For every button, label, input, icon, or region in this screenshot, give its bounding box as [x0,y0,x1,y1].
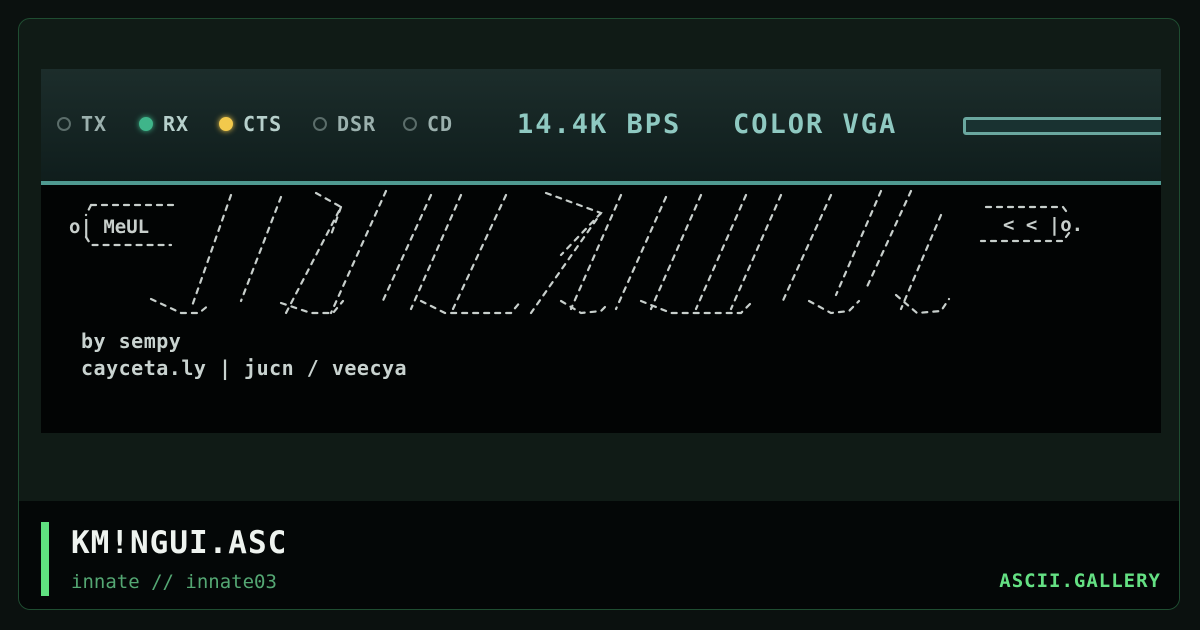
modem-status-bar: TX RX CTS DSR CD 14.4K BPS COLOR VGA [41,69,1161,183]
dsr-led-icon [313,117,327,131]
indicator-label: CD [427,112,454,136]
left-tag-text: o| MeUL [69,216,149,238]
artwork-title: KM!NGUI.ASC [71,525,288,561]
indicator-cd: CD [403,112,454,136]
indicator-rx: RX [139,112,190,136]
signal-meter [963,117,1161,135]
terminal-screen: TX RX CTS DSR CD 14.4K BPS COLOR VGA o| … [41,69,1161,433]
indicator-label: TX [81,112,108,136]
ascii-art: o| MeUL < < |o. by sempy cayceta.ly | ju… [41,185,1161,433]
indicator-tx: TX [57,112,108,136]
tx-led-icon [57,117,71,131]
accent-bar [41,522,49,596]
artwork-byline: innate // innate03 [71,571,277,593]
credit-line: by sempy [81,329,182,353]
display-mode: COLOR VGA [733,109,898,140]
rx-led-icon [139,117,153,131]
caption-bar: KM!NGUI.ASC innate // innate03 ASCII.GAL… [19,501,1179,609]
cts-led-icon [219,117,233,131]
baud-rate: 14.4K BPS [517,109,682,140]
right-tag-text: < < |o. [1003,214,1083,236]
site-brand: ASCII.GALLERY [999,570,1161,592]
indicator-label: CTS [243,112,283,136]
indicator-dsr: DSR [313,112,377,136]
indicator-cts: CTS [219,112,283,136]
ascii-art-letterforms: o| MeUL < < |o. [69,189,1083,315]
indicator-label: DSR [337,112,377,136]
gallery-card: TX RX CTS DSR CD 14.4K BPS COLOR VGA o| … [18,18,1180,610]
cd-led-icon [403,117,417,131]
indicator-label: RX [163,112,190,136]
credit-line: cayceta.ly | jucn / veecya [81,356,408,380]
